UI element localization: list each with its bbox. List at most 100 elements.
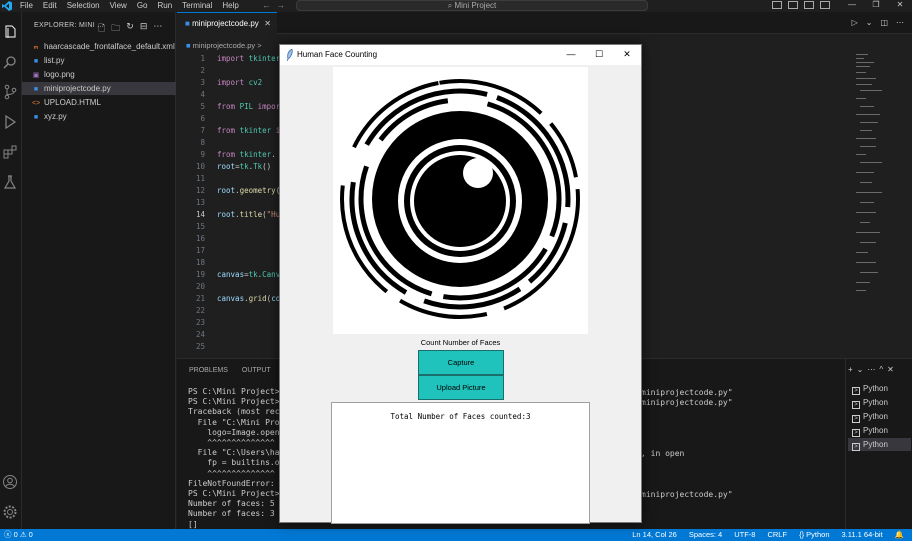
account-icon[interactable]	[2, 474, 18, 490]
rss-xml-icon: ๓	[33, 44, 39, 51]
toggle-sidebar-icon[interactable]	[772, 1, 782, 9]
toggle-secondary-sidebar-icon[interactable]	[804, 1, 814, 9]
collapse-all-icon[interactable]: ⊟	[140, 21, 148, 37]
terminal-instance[interactable]: > Python	[848, 396, 911, 409]
search-icon[interactable]	[2, 54, 18, 70]
dialog-minimize-button[interactable]: —	[557, 45, 585, 65]
menu-item-file[interactable]: File	[20, 0, 33, 11]
terminal-line: ^^^^^^^^^^^^^^	[188, 468, 275, 478]
restore-button[interactable]: ❐	[864, 0, 888, 11]
chevron-down-icon[interactable]: ⌄	[866, 18, 873, 27]
python-file-icon: ■	[33, 114, 39, 121]
result-text-box[interactable]: Total Number of Faces counted:3	[331, 402, 590, 524]
file-item[interactable]: <> UPLOAD.HTML	[32, 96, 176, 109]
line-number: 23	[195, 318, 205, 327]
explorer-icon[interactable]	[2, 24, 18, 40]
minimap[interactable]	[852, 50, 902, 300]
customize-layout-icon[interactable]	[820, 1, 830, 9]
terminal-instance[interactable]: > Python	[848, 438, 911, 451]
terminal-instance[interactable]: > Python	[848, 382, 911, 395]
terminal-line: PS C:\Mini Project> &	[188, 387, 290, 396]
panel-tab-output[interactable]: OUTPUT	[242, 367, 271, 374]
code-line: root=tk.Tk()	[217, 162, 272, 171]
file-item[interactable]: ■ xyz.py	[32, 110, 176, 123]
dialog-close-button[interactable]: ✕	[613, 45, 641, 65]
chevron-down-icon[interactable]: ⌄	[857, 365, 864, 374]
close-panel-icon[interactable]: ✕	[887, 365, 894, 374]
line-number: 25	[195, 342, 205, 351]
menu-item-selection[interactable]: Selection	[67, 0, 100, 11]
line-number: 10	[195, 162, 205, 171]
nav-arrows[interactable]: ← →	[262, 0, 285, 11]
terminal-line: []	[188, 519, 198, 529]
file-item[interactable]: ๓ haarcascade_frontalface_default.xml	[32, 40, 176, 53]
more-actions-icon[interactable]: ⋯	[867, 365, 875, 374]
explorer-actions: 🗋 🗀 ↻ ⊟ ⋯	[98, 21, 162, 37]
terminal-name: Python	[863, 398, 888, 407]
camera-lens-logo	[340, 79, 580, 319]
tab-miniprojectcode[interactable]: ■ miniprojectcode.py ✕	[177, 12, 277, 34]
line-number: 12	[195, 186, 205, 195]
close-button[interactable]: ✕	[888, 0, 912, 11]
more-actions-icon[interactable]: ⋯	[896, 18, 904, 27]
status-item[interactable]: 3.11.1 64-bit	[842, 529, 883, 541]
breadcrumb-label: miniprojectcode.py >	[192, 41, 262, 50]
terminal-icon: >	[852, 429, 860, 437]
explorer-sidebar: EXPLORER: MINI ... 🗋 🗀 ↻ ⊟ ⋯ ๓ haarcascad…	[22, 12, 176, 529]
line-number: 1	[200, 54, 205, 63]
activity-bar	[0, 12, 22, 529]
line-number: 3	[200, 78, 205, 87]
file-item[interactable]: ■ miniprojectcode.py	[22, 82, 176, 95]
line-number: 20	[195, 282, 205, 291]
new-file-icon[interactable]: 🗋	[98, 21, 105, 37]
refresh-icon[interactable]: ↻	[126, 21, 134, 37]
file-item[interactable]: ▣ logo.png	[32, 68, 176, 81]
layout-controls	[772, 1, 830, 9]
run-file-icon[interactable]: ▷	[852, 18, 858, 27]
code-line: from tkinter i	[217, 126, 281, 135]
toggle-panel-icon[interactable]	[788, 1, 798, 9]
status-item[interactable]: UTF-8	[734, 529, 755, 541]
problems-indicator[interactable]: ⓧ 0 ⚠ 0	[4, 529, 33, 541]
status-item[interactable]: CRLF	[767, 529, 787, 541]
source-control-icon[interactable]	[2, 84, 18, 100]
notifications-bell-icon[interactable]: 🔔	[895, 529, 904, 541]
dialog-title-bar[interactable]: Human Face Counting — ☐ ✕	[280, 45, 641, 65]
capture-button[interactable]: Capture	[418, 350, 504, 375]
terminal-icon: >	[852, 415, 860, 423]
extensions-icon[interactable]	[2, 144, 18, 160]
file-item[interactable]: ■ list.py	[32, 54, 176, 67]
more-actions-icon[interactable]: ⋯	[153, 21, 162, 37]
upload-picture-button[interactable]: Upload Picture	[418, 375, 504, 400]
command-center[interactable]: ⌕ Mini Project	[296, 0, 648, 11]
dialog-maximize-button[interactable]: ☐	[585, 45, 613, 65]
terminal-instance[interactable]: > Python	[848, 410, 911, 423]
file-name: xyz.py	[44, 112, 67, 121]
settings-gear-icon[interactable]	[2, 504, 18, 520]
add-terminal-icon[interactable]: +	[848, 365, 853, 374]
code-line: root.title("Hu	[217, 210, 281, 219]
terminal-line: Number of faces: 3	[188, 509, 275, 519]
split-editor-icon[interactable]: ◫	[880, 18, 888, 27]
status-item[interactable]: Ln 14, Col 26	[632, 529, 677, 541]
breadcrumb[interactable]: ■ miniprojectcode.py >	[186, 41, 262, 50]
line-number: 21	[195, 294, 205, 303]
status-item[interactable]: Spaces: 4	[689, 529, 722, 541]
menu-item-go[interactable]: Go	[137, 0, 148, 11]
terminal-icon: >	[852, 387, 860, 395]
maximize-panel-icon[interactable]: ^	[879, 365, 883, 374]
menu-item-help[interactable]: Help	[222, 0, 238, 11]
menu-item-terminal[interactable]: Terminal	[182, 0, 212, 11]
image-canvas	[333, 67, 588, 334]
terminal-instance[interactable]: > Python	[848, 424, 911, 437]
menu-item-run[interactable]: Run	[157, 0, 172, 11]
minimize-button[interactable]: —	[840, 0, 864, 11]
close-tab-icon[interactable]: ✕	[264, 13, 271, 35]
menu-item-view[interactable]: View	[110, 0, 127, 11]
testing-icon[interactable]	[2, 174, 18, 190]
menu-item-edit[interactable]: Edit	[43, 0, 57, 11]
status-item[interactable]: {} Python	[799, 529, 829, 541]
run-debug-icon[interactable]	[2, 114, 18, 130]
panel-tab-problems[interactable]: PROBLEMS	[189, 367, 228, 374]
new-folder-icon[interactable]: 🗀	[111, 21, 120, 37]
